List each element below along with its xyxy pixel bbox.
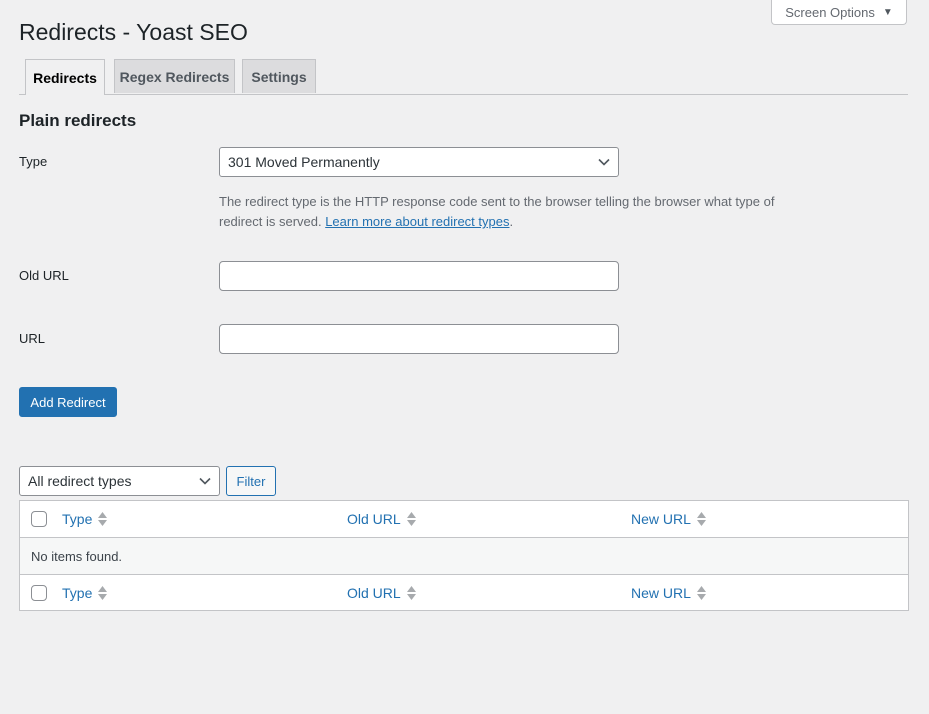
- sort-arrows-icon: [696, 512, 706, 526]
- redirect-type-value: 301 Moved Permanently: [228, 154, 380, 170]
- sort-arrows-icon: [98, 586, 108, 600]
- column-header-old-url[interactable]: Old URL: [347, 501, 416, 537]
- select-all-checkbox-footer[interactable]: [31, 585, 47, 601]
- select-all-checkbox[interactable]: [31, 511, 47, 527]
- column-header-new-url[interactable]: New URL: [631, 501, 706, 537]
- url-input[interactable]: [219, 324, 619, 354]
- add-redirect-button[interactable]: Add Redirect: [19, 387, 117, 417]
- screen-options-label: Screen Options: [785, 4, 875, 20]
- description-end: .: [509, 214, 514, 229]
- no-items-message: No items found.: [31, 548, 123, 564]
- table-header-row: Type Old URL New URL: [20, 501, 908, 538]
- tab-settings[interactable]: Settings: [242, 59, 316, 93]
- column-old-url-label: Old URL: [347, 585, 401, 601]
- url-label: URL: [19, 331, 46, 346]
- sort-arrows-icon: [696, 586, 706, 600]
- tab-bar: Redirects Regex Redirects Settings: [19, 59, 908, 95]
- sort-arrows-icon: [406, 586, 416, 600]
- column-footer-new-url[interactable]: New URL: [631, 575, 706, 611]
- redirect-type-description: The redirect type is the HTTP response c…: [219, 192, 799, 232]
- empty-row: No items found.: [20, 538, 908, 574]
- type-label: Type: [19, 154, 48, 169]
- column-footer-type[interactable]: Type: [62, 575, 108, 611]
- redirect-type-filter-select[interactable]: All redirect types: [19, 466, 220, 496]
- redirects-table: Type Old URL New URL No items found. Typ…: [19, 500, 909, 611]
- sort-arrows-icon: [406, 512, 416, 526]
- old-url-label: Old URL: [19, 268, 69, 283]
- redirect-type-select[interactable]: 301 Moved Permanently: [219, 147, 619, 177]
- page-title: Redirects - Yoast SEO: [19, 19, 248, 45]
- column-header-type[interactable]: Type: [62, 501, 108, 537]
- chevron-down-icon: [199, 477, 211, 485]
- column-new-url-label: New URL: [631, 585, 691, 601]
- column-footer-old-url[interactable]: Old URL: [347, 575, 416, 611]
- tab-redirects[interactable]: Redirects: [25, 59, 105, 95]
- old-url-input[interactable]: [219, 261, 619, 291]
- sort-arrows-icon: [98, 512, 108, 526]
- tab-regex-redirects[interactable]: Regex Redirects: [114, 59, 235, 93]
- chevron-down-icon: [598, 158, 610, 166]
- section-title: Plain redirects: [19, 111, 137, 130]
- filter-select-value: All redirect types: [28, 473, 132, 489]
- filter-button[interactable]: Filter: [226, 466, 276, 496]
- column-type-label: Type: [62, 511, 93, 527]
- table-footer-row: Type Old URL New URL: [20, 574, 908, 611]
- learn-more-link[interactable]: Learn more about redirect types: [325, 214, 509, 229]
- column-type-label: Type: [62, 585, 93, 601]
- screen-options-button[interactable]: Screen Options ▼: [771, 0, 907, 25]
- column-old-url-label: Old URL: [347, 511, 401, 527]
- column-new-url-label: New URL: [631, 511, 691, 527]
- caret-down-icon: ▼: [882, 6, 893, 18]
